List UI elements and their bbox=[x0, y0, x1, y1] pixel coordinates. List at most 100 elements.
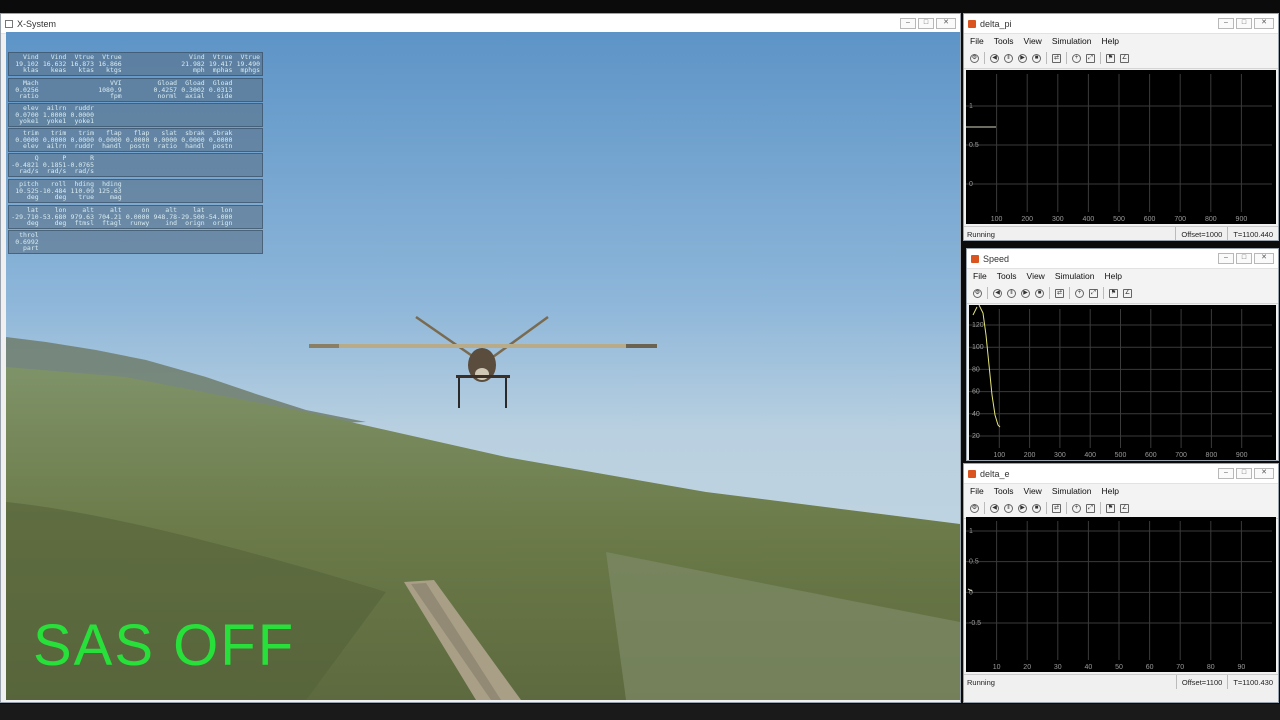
menu-tools[interactable]: Tools bbox=[997, 271, 1017, 281]
maximize-button[interactable]: □ bbox=[1236, 253, 1252, 264]
step-back-icon[interactable]: ◀ bbox=[990, 503, 999, 513]
toolbar-separator bbox=[1069, 287, 1070, 299]
maximize-button[interactable]: □ bbox=[1236, 468, 1252, 479]
zoom-icon[interactable]: + bbox=[1072, 503, 1081, 513]
minimize-button[interactable]: – bbox=[900, 18, 916, 29]
run-status: Running bbox=[967, 229, 995, 239]
data-cell bbox=[149, 181, 177, 188]
zoom-icon[interactable]: + bbox=[1075, 288, 1084, 298]
maximize-button[interactable]: □ bbox=[1236, 18, 1252, 29]
data-cell bbox=[177, 118, 205, 125]
data-cell bbox=[232, 130, 260, 137]
pause-icon[interactable]: ‖ bbox=[1004, 53, 1013, 63]
data-cell bbox=[232, 105, 260, 112]
step-back-icon[interactable]: ◀ bbox=[993, 288, 1002, 298]
stop-icon[interactable]: ■ bbox=[1032, 53, 1041, 63]
autoscale-icon[interactable]: ⤢ bbox=[1086, 503, 1095, 513]
maximize-button[interactable]: □ bbox=[918, 18, 934, 29]
menu-file[interactable]: File bbox=[970, 36, 984, 46]
highlight-block-icon[interactable]: ⇄ bbox=[1052, 53, 1061, 63]
menu-view[interactable]: View bbox=[1024, 486, 1042, 496]
pause-icon[interactable]: ‖ bbox=[1004, 503, 1013, 513]
zoom-icon[interactable]: + bbox=[1072, 53, 1081, 63]
data-cell bbox=[149, 245, 177, 252]
minimize-button[interactable]: – bbox=[1218, 253, 1234, 264]
minimize-button[interactable]: – bbox=[1218, 18, 1234, 29]
menu-bar: File Tools View Simulation Help bbox=[964, 484, 1278, 498]
highlight-block-icon[interactable]: ⇄ bbox=[1055, 288, 1064, 298]
autoscale-icon[interactable]: ⤢ bbox=[1089, 288, 1098, 298]
stop-icon[interactable]: ■ bbox=[1035, 288, 1044, 298]
menu-simulation[interactable]: Simulation bbox=[1052, 36, 1092, 46]
toolbar-separator bbox=[1049, 287, 1050, 299]
data-cell: true bbox=[78, 193, 95, 202]
data-row: ratio fpm norml axial side bbox=[11, 93, 260, 100]
measurements-icon[interactable]: ∠ bbox=[1123, 288, 1132, 298]
menu-simulation[interactable]: Simulation bbox=[1055, 271, 1095, 281]
data-cell bbox=[94, 232, 122, 239]
data-cell bbox=[94, 112, 122, 119]
data-cell bbox=[205, 162, 233, 169]
x-tick-label: 500 bbox=[1115, 452, 1127, 459]
matlab-icon bbox=[968, 19, 976, 28]
measurements-icon[interactable]: ∠ bbox=[1120, 53, 1129, 63]
menu-help[interactable]: Help bbox=[1102, 486, 1119, 496]
close-button[interactable]: ✕ bbox=[936, 18, 956, 29]
menu-help[interactable]: Help bbox=[1102, 36, 1119, 46]
menu-file[interactable]: File bbox=[973, 271, 987, 281]
data-cell bbox=[122, 245, 150, 252]
minimize-button[interactable]: – bbox=[1218, 468, 1234, 479]
data-row: 0.6992 bbox=[11, 238, 260, 246]
settings-gear-icon[interactable]: ⚙ bbox=[970, 53, 979, 63]
x-system-titlebar[interactable]: X-System – □ ✕ bbox=[1, 14, 960, 34]
scope-titlebar[interactable]: delta_e – □ ✕ bbox=[964, 464, 1278, 484]
menu-view[interactable]: View bbox=[1027, 271, 1045, 281]
step-forward-icon[interactable]: ▶ bbox=[1018, 503, 1027, 513]
settings-gear-icon[interactable]: ⚙ bbox=[973, 288, 982, 298]
menu-file[interactable]: File bbox=[970, 486, 984, 496]
data-cell: postn bbox=[212, 142, 233, 151]
scope-title: delta_e bbox=[980, 468, 1010, 479]
step-forward-icon[interactable]: ▶ bbox=[1018, 53, 1027, 63]
menu-view[interactable]: View bbox=[1024, 36, 1042, 46]
data-cell bbox=[177, 168, 205, 175]
triggers-icon[interactable]: ⚑ bbox=[1106, 53, 1115, 63]
close-button[interactable]: ✕ bbox=[1254, 468, 1274, 479]
close-button[interactable]: ✕ bbox=[1254, 253, 1274, 264]
menu-help[interactable]: Help bbox=[1105, 271, 1122, 281]
step-forward-icon[interactable]: ▶ bbox=[1021, 288, 1030, 298]
scope-titlebar[interactable]: delta_pi – □ ✕ bbox=[964, 14, 1278, 34]
data-cell bbox=[66, 245, 94, 252]
scope-plot-area[interactable]: 10 20 30 40 50 60 70 80 90 1 0.5 0 -0.5 bbox=[966, 517, 1276, 672]
data-cell bbox=[149, 105, 177, 112]
data-cell bbox=[122, 67, 150, 74]
triggers-icon[interactable]: ⚑ bbox=[1109, 288, 1118, 298]
triggers-icon[interactable]: ⚑ bbox=[1106, 503, 1115, 513]
menu-tools[interactable]: Tools bbox=[994, 486, 1014, 496]
stop-icon[interactable]: ■ bbox=[1032, 503, 1041, 513]
data-cell: ktas bbox=[78, 66, 95, 75]
data-group: elev ailrn ruddr 0.0700 1.0000 0.0000 yoke1 yok… bbox=[8, 103, 263, 127]
settings-gear-icon[interactable]: ⚙ bbox=[970, 503, 979, 513]
highlight-block-icon[interactable]: ⇄ bbox=[1052, 503, 1061, 513]
x-tick-label: 200 bbox=[1024, 452, 1036, 459]
close-button[interactable]: ✕ bbox=[1254, 18, 1274, 29]
scope-titlebar[interactable]: Speed – □ ✕ bbox=[967, 249, 1278, 269]
x-tick-label: 70 bbox=[1176, 664, 1184, 671]
flight-view[interactable]: Vind Vind Vtrue Vtrue Vind Vtrue Vtrue 19.102 16… bbox=[6, 32, 960, 700]
menu-tools[interactable]: Tools bbox=[994, 36, 1014, 46]
data-cell: rad/s bbox=[19, 167, 39, 176]
data-cell: mph bbox=[192, 66, 205, 75]
toolbar-separator bbox=[984, 52, 985, 64]
scope-plot-area[interactable]: 100 200 300 400 500 600 700 800 900 1 0.5 0 bbox=[966, 70, 1276, 224]
data-cell bbox=[205, 155, 233, 162]
pause-icon[interactable]: ‖ bbox=[1007, 288, 1016, 298]
autoscale-icon[interactable]: ⤢ bbox=[1086, 53, 1095, 63]
measurements-icon[interactable]: ∠ bbox=[1120, 503, 1129, 513]
data-cell bbox=[122, 93, 150, 100]
scope-plot-area[interactable]: 100 200 300 400 500 600 700 800 900 120 100 80 60 40 2… bbox=[969, 305, 1276, 460]
toolbar-separator bbox=[1046, 52, 1047, 64]
y-tick-label: 60 bbox=[972, 389, 980, 396]
step-back-icon[interactable]: ◀ bbox=[990, 53, 999, 63]
menu-simulation[interactable]: Simulation bbox=[1052, 486, 1092, 496]
